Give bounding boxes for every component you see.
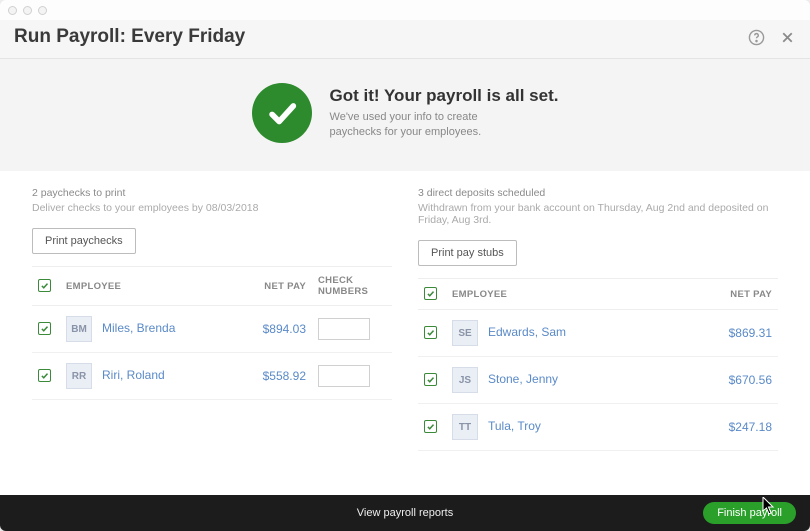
- employee-name[interactable]: Miles, Brenda: [102, 321, 175, 335]
- net-pay: $247.18: [729, 420, 772, 434]
- check-number-input[interactable]: [318, 365, 370, 387]
- avatar: RR: [66, 363, 92, 389]
- employee-name[interactable]: Stone, Jenny: [488, 372, 558, 386]
- table-row: RR Riri, Roland $558.92: [32, 353, 392, 400]
- row-checkbox[interactable]: [424, 326, 437, 339]
- mac-titlebar: [0, 0, 810, 20]
- avatar: JS: [452, 367, 478, 393]
- row-checkbox[interactable]: [38, 369, 51, 382]
- net-pay: $670.56: [729, 373, 772, 387]
- employee-name[interactable]: Riri, Roland: [102, 368, 165, 382]
- row-checkbox[interactable]: [424, 373, 437, 386]
- deposits-subtitle: Withdrawn from your bank account on Thur…: [418, 202, 778, 226]
- payroll-window: Run Payroll: Every Friday Got it! Your p…: [0, 0, 810, 531]
- content-area: 2 paychecks to print Deliver checks to y…: [0, 171, 810, 495]
- page-title: Run Payroll: Every Friday: [14, 26, 748, 48]
- col-netpay: NET PAY: [242, 267, 312, 306]
- close-icon[interactable]: [779, 29, 796, 46]
- table-row: SE Edwards, Sam $869.31: [418, 310, 778, 357]
- deposits-table: EMPLOYEE NET PAY SEEdwards, Sam $869.31 …: [418, 278, 778, 451]
- select-all-checkbox[interactable]: [424, 287, 437, 300]
- avatar: SE: [452, 320, 478, 346]
- paychecks-column: 2 paychecks to print Deliver checks to y…: [32, 187, 392, 495]
- print-pay-stubs-button[interactable]: Print pay stubs: [418, 240, 517, 266]
- paychecks-title: 2 paychecks to print: [32, 187, 392, 199]
- col-employee: EMPLOYEE: [60, 267, 242, 306]
- employee-name[interactable]: Edwards, Sam: [488, 325, 566, 339]
- select-all-checkbox[interactable]: [38, 279, 51, 292]
- col-checknum: CHECK NUMBERS: [312, 267, 392, 306]
- close-dot[interactable]: [8, 6, 17, 15]
- table-row: TT Tula, Troy $247.18: [418, 404, 778, 451]
- paychecks-subtitle: Deliver checks to your employees by 08/0…: [32, 202, 392, 214]
- confirmation-banner: Got it! Your payroll is all set. We've u…: [0, 59, 810, 171]
- checkmark-icon: [252, 83, 312, 143]
- row-checkbox[interactable]: [424, 420, 437, 433]
- confirmation-subtext: We've used your info to create paychecks…: [330, 110, 520, 141]
- table-row: BM Miles, Brenda $894.03: [32, 306, 392, 353]
- minimize-dot[interactable]: [23, 6, 32, 15]
- confirmation-heading: Got it! Your payroll is all set.: [330, 86, 559, 106]
- modal-footer: View payroll reports Finish payroll: [0, 495, 810, 531]
- table-row: JS Stone, Jenny $670.56: [418, 357, 778, 404]
- col-netpay: NET PAY: [708, 279, 778, 310]
- view-reports-link[interactable]: View payroll reports: [357, 507, 453, 519]
- net-pay: $558.92: [263, 369, 306, 383]
- help-icon[interactable]: [748, 29, 765, 46]
- row-checkbox[interactable]: [38, 322, 51, 335]
- paychecks-table: EMPLOYEE NET PAY CHECK NUMBERS BM Miles, …: [32, 266, 392, 400]
- zoom-dot[interactable]: [38, 6, 47, 15]
- check-number-input[interactable]: [318, 318, 370, 340]
- deposits-title: 3 direct deposits scheduled: [418, 187, 778, 199]
- direct-deposits-column: 3 direct deposits scheduled Withdrawn fr…: [418, 187, 778, 495]
- employee-name[interactable]: Tula, Troy: [488, 419, 541, 433]
- modal-header: Run Payroll: Every Friday: [0, 20, 810, 59]
- avatar: TT: [452, 414, 478, 440]
- finish-payroll-button[interactable]: Finish payroll: [703, 502, 796, 524]
- avatar: BM: [66, 316, 92, 342]
- net-pay: $869.31: [729, 326, 772, 340]
- net-pay: $894.03: [263, 322, 306, 336]
- col-employee: EMPLOYEE: [446, 279, 708, 310]
- print-paychecks-button[interactable]: Print paychecks: [32, 228, 136, 254]
